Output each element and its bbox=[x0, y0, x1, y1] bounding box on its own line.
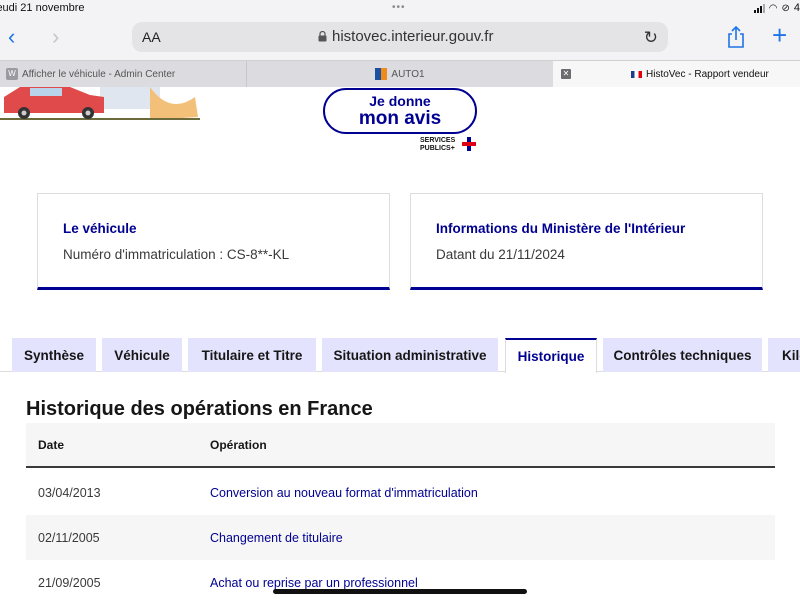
close-tab-icon[interactable]: ✕ bbox=[561, 69, 571, 79]
text-size-button[interactable]: AA bbox=[142, 29, 161, 45]
battery-percentage: 4 bbox=[793, 2, 800, 14]
browser-toolbar: ‹ › AA histovec.interieur.gouv.fr ↻ + bbox=[0, 18, 800, 60]
browser-tab-auto1[interactable]: AUTO1 bbox=[248, 61, 552, 87]
history-title: Historique des opérations en France bbox=[26, 398, 373, 420]
status-indicators: ◠ ⊘ 4 bbox=[753, 2, 800, 14]
tab-synthese[interactable]: Synthèse bbox=[12, 338, 96, 372]
lock-icon bbox=[318, 31, 327, 42]
column-header-operation: Opération bbox=[210, 438, 267, 452]
browser-tab-label: Afficher le véhicule - Admin Center bbox=[22, 68, 176, 80]
feedback-button[interactable]: Je donne mon avis bbox=[323, 88, 477, 134]
browser-tab-histovec[interactable]: ✕ HistoVec - Rapport vendeur bbox=[553, 61, 800, 87]
card-title: Informations du Ministère de l'Intérieur bbox=[436, 221, 686, 236]
tab-titulaire-titre[interactable]: Titulaire et Titre bbox=[188, 338, 316, 372]
reload-icon[interactable]: ↻ bbox=[644, 28, 658, 48]
report-tabs: Synthèse Véhicule Titulaire et Titre Sit… bbox=[0, 338, 800, 373]
new-tab-icon[interactable]: + bbox=[772, 20, 787, 51]
home-indicator[interactable] bbox=[273, 589, 527, 594]
card-title: Le véhicule bbox=[63, 221, 137, 236]
tab-situation-administrative[interactable]: Situation administrative bbox=[322, 338, 498, 372]
info-date: Datant du 21/11/2024 bbox=[436, 247, 565, 262]
tab-controles-techniques[interactable]: Contrôles techniques bbox=[603, 338, 762, 372]
browser-tab-admin-center[interactable]: W Afficher le véhicule - Admin Center bbox=[0, 61, 247, 87]
ministry-info-card: Informations du Ministère de l'Intérieur… bbox=[410, 193, 763, 290]
share-icon[interactable] bbox=[726, 26, 746, 48]
tab-kilometrage[interactable]: Kilo bbox=[768, 338, 800, 372]
browser-tab-bar: W Afficher le véhicule - Admin Center AU… bbox=[0, 60, 800, 87]
auto1-icon bbox=[375, 68, 388, 80]
tab-historique[interactable]: Historique bbox=[505, 338, 597, 373]
row-operation: Achat ou reprise par un professionnel bbox=[210, 576, 418, 590]
car-illustration bbox=[0, 87, 210, 123]
url-text: histovec.interieur.gouv.fr bbox=[332, 28, 494, 45]
services-publics-plus-icon bbox=[462, 137, 476, 151]
tab-vehicule[interactable]: Véhicule bbox=[102, 338, 182, 372]
table-header: Date Opération bbox=[26, 423, 775, 468]
services-publics-logo: SERVICES PUBLICS+ bbox=[420, 137, 455, 153]
browser-tab-label: HistoVec - Rapport vendeur bbox=[646, 68, 769, 80]
history-table: Date Opération 03/04/2013 Conversion au … bbox=[26, 423, 775, 600]
table-row: 02/11/2005 Changement de titulaire bbox=[26, 515, 775, 560]
wifi-icon: ◠ bbox=[768, 2, 778, 14]
table-row: 03/04/2013 Conversion au nouveau format … bbox=[26, 470, 775, 515]
back-icon[interactable]: ‹ bbox=[8, 24, 26, 50]
feedback-line1: Je donne bbox=[369, 93, 431, 109]
multitasking-dots-icon[interactable]: ••• bbox=[392, 2, 406, 13]
vehicle-card: Le véhicule Numéro d'immatriculation : C… bbox=[37, 193, 390, 290]
row-date: 21/09/2005 bbox=[38, 576, 101, 590]
row-operation: Changement de titulaire bbox=[210, 531, 343, 545]
browser-tab-label: AUTO1 bbox=[391, 68, 425, 80]
feedback-line2: mon avis bbox=[358, 108, 442, 129]
forward-icon[interactable]: › bbox=[52, 24, 70, 50]
status-date: jeudi 21 novembre bbox=[0, 2, 85, 14]
row-operation: Conversion au nouveau format d'immatricu… bbox=[210, 486, 478, 500]
w-icon: W bbox=[6, 68, 18, 80]
column-header-date: Date bbox=[38, 438, 65, 452]
row-date: 03/04/2013 bbox=[38, 486, 101, 500]
row-date: 02/11/2005 bbox=[38, 531, 100, 545]
table-row: 21/09/2005 Achat ou reprise par un profe… bbox=[26, 560, 775, 600]
services-publics-line1: SERVICES bbox=[420, 137, 456, 144]
services-publics-line2: PUBLICS+ bbox=[420, 145, 455, 152]
orientation-lock-icon: ⊘ bbox=[781, 2, 790, 14]
registration-number: Numéro d'immatriculation : CS-8**-KL bbox=[63, 247, 290, 262]
french-flag-icon bbox=[631, 70, 642, 78]
cellular-signal-icon bbox=[753, 3, 765, 13]
address-bar[interactable]: AA histovec.interieur.gouv.fr ↻ bbox=[132, 22, 668, 52]
status-bar: jeudi 21 novembre ••• ◠ ⊘ 4 bbox=[0, 0, 800, 18]
